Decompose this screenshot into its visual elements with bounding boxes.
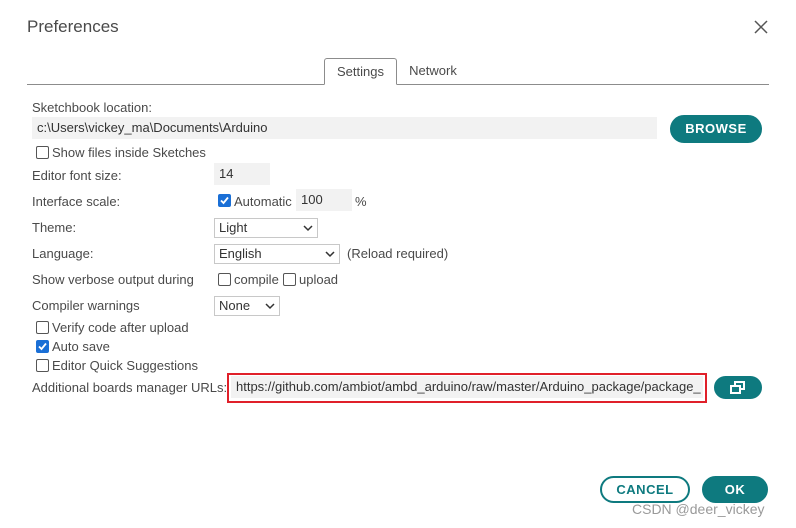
compile-label: compile [234, 272, 279, 287]
auto-save-label: Auto save [52, 339, 110, 354]
tab-network[interactable]: Network [400, 58, 466, 85]
upload-label: upload [299, 272, 339, 287]
tab-settings[interactable]: Settings [324, 58, 397, 85]
interface-scale-input[interactable]: 100 [296, 189, 352, 211]
compiler-warnings-select[interactable]: None [214, 296, 280, 316]
verify-code-label: Verify code after upload [52, 320, 189, 335]
quick-suggestions-checkbox[interactable] [36, 359, 49, 372]
preferences-dialog: Preferences Settings Network Sketchbook … [0, 0, 796, 528]
checkmark-icon [38, 342, 47, 351]
compiler-warnings-label: Compiler warnings [32, 298, 140, 313]
language-reload-note: (Reload required) [347, 246, 449, 261]
auto-save-checkbox[interactable] [36, 340, 49, 353]
language-select[interactable]: English [214, 244, 340, 264]
sketchbook-location-label: Sketchbook location: [32, 100, 152, 115]
show-files-label: Show files inside Sketches [52, 145, 206, 160]
automatic-checkbox[interactable] [218, 194, 231, 207]
dialog-title: Preferences [27, 17, 119, 36]
highlight-box [227, 373, 707, 403]
tab-bar-divider [27, 84, 769, 85]
font-size-input[interactable]: 14 [214, 163, 270, 185]
edit-urls-button[interactable] [714, 376, 762, 399]
window-expand-icon [730, 381, 745, 394]
ok-button[interactable]: OK [702, 476, 768, 503]
font-size-label: Editor font size: [32, 168, 122, 183]
chevron-down-icon [325, 251, 335, 258]
verbose-output-label: Show verbose output during [32, 272, 194, 287]
chevron-down-icon [265, 303, 275, 310]
interface-scale-label: Interface scale: [32, 194, 121, 209]
theme-label: Theme: [32, 220, 77, 235]
watermark-text: CSDN @deer_vickey [632, 501, 765, 517]
checkmark-icon [220, 196, 229, 205]
close-icon[interactable] [752, 18, 770, 36]
browse-button[interactable]: BROWSE [670, 115, 762, 143]
verify-code-checkbox[interactable] [36, 321, 49, 334]
quick-suggestions-label: Editor Quick Suggestions [52, 358, 198, 373]
automatic-label: Automatic [234, 194, 292, 209]
scale-unit: % [355, 194, 367, 209]
upload-checkbox[interactable] [283, 273, 296, 286]
sketchbook-location-input[interactable]: c:\Users\vickey_ma\Documents\Arduino [32, 117, 657, 139]
theme-select-value: Light [219, 220, 248, 235]
cancel-button[interactable]: CANCEL [600, 476, 690, 503]
show-files-checkbox[interactable] [36, 146, 49, 159]
compiler-warnings-value: None [219, 298, 251, 313]
boards-urls-label: Additional boards manager URLs: [32, 380, 228, 395]
theme-select[interactable]: Light [214, 218, 318, 238]
compile-checkbox[interactable] [218, 273, 231, 286]
language-label: Language: [32, 246, 94, 261]
language-select-value: English [219, 246, 262, 261]
chevron-down-icon [303, 225, 313, 232]
